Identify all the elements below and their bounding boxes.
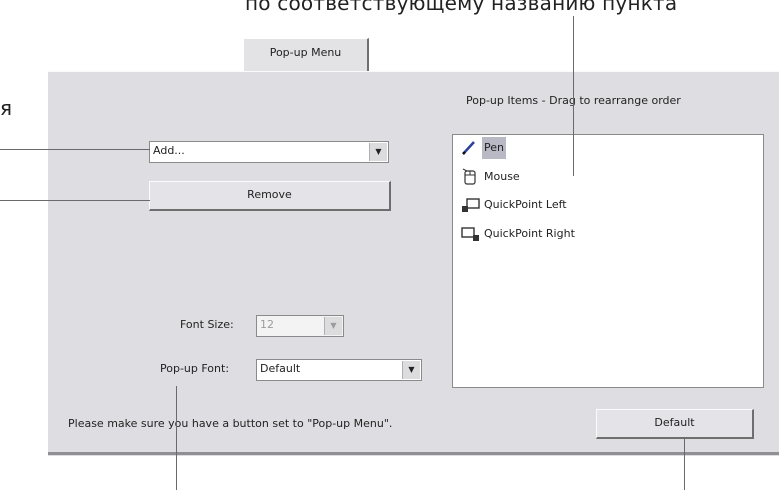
popup-font-combo[interactable]: Default ▼: [256, 359, 422, 381]
default-button[interactable]: Default: [596, 409, 754, 439]
panel-bottom-divider: [48, 452, 779, 455]
chevron-down-icon[interactable]: ▼: [369, 143, 387, 161]
annotation-line: [573, 16, 574, 176]
chevron-down-icon[interactable]: ▼: [402, 361, 420, 379]
popup-font-value: Default: [260, 362, 301, 375]
annotation-side-letter: я: [0, 96, 13, 120]
annotation-caption: по соответствующему названию пункта: [245, 0, 678, 15]
list-item[interactable]: Mouse: [460, 166, 522, 188]
list-item-label: Pen: [482, 137, 506, 159]
quickpoint-right-icon: [460, 225, 482, 243]
annotation-line: [0, 149, 150, 150]
list-item-label: Mouse: [484, 170, 520, 183]
annotation-line: [0, 200, 150, 201]
annotation-line: [684, 437, 685, 490]
list-item[interactable]: Pen: [460, 137, 506, 159]
add-combo-value: Add...: [153, 144, 185, 157]
chevron-down-icon: ▼: [324, 317, 342, 335]
tab-popup-menu[interactable]: Pop-up Menu: [243, 38, 369, 72]
font-size-label: Font Size:: [180, 318, 234, 331]
popup-items-list[interactable]: Pen Mouse QuickPoint Left QuickPoint Rig…: [452, 134, 764, 388]
add-combo[interactable]: Add... ▼: [149, 141, 389, 163]
list-item[interactable]: QuickPoint Right: [460, 223, 577, 245]
font-size-value: 12: [260, 318, 274, 331]
list-item-label: QuickPoint Right: [484, 227, 575, 240]
footer-note: Please make sure you have a button set t…: [68, 417, 393, 430]
list-item[interactable]: QuickPoint Left: [460, 194, 569, 216]
remove-button[interactable]: Remove: [149, 181, 391, 211]
font-size-combo: 12 ▼: [256, 315, 344, 337]
list-item-label: QuickPoint Left: [484, 198, 567, 211]
quickpoint-left-icon: [460, 196, 482, 214]
pen-icon: [460, 139, 482, 157]
annotation-line: [176, 386, 177, 490]
popup-font-label: Pop-up Font:: [160, 362, 230, 375]
mouse-icon: [460, 168, 482, 186]
